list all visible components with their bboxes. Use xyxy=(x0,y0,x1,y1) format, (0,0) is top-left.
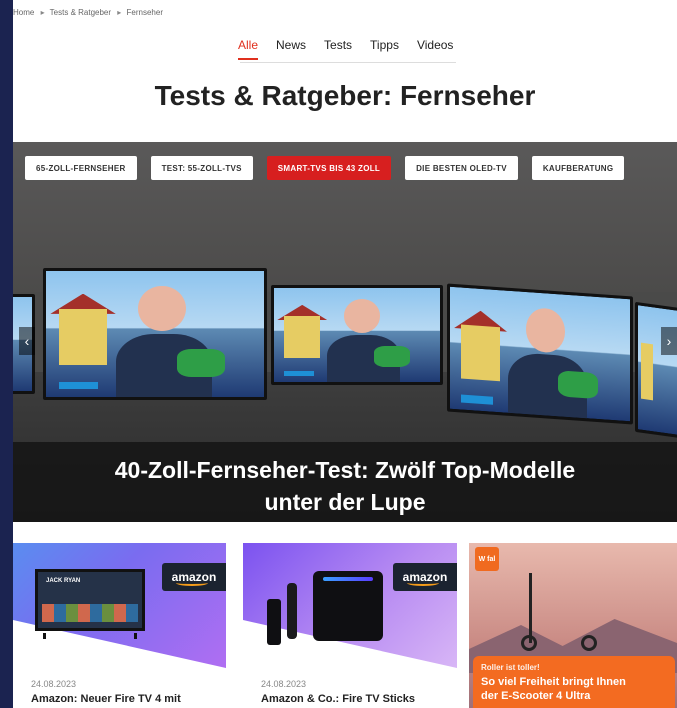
tab-videos[interactable]: Videos xyxy=(417,38,453,60)
ad-headline: So viel Freiheit bringt Ihnen der E-Scoo… xyxy=(481,675,667,703)
tv-image xyxy=(447,283,633,425)
hero-headline: 40-Zoll-Fernseher-Test: Zwölf Top-Modell… xyxy=(13,442,677,518)
ad-headline-line2: der E-Scooter 4 Ultra xyxy=(481,690,591,702)
ad-text-box[interactable]: Roller ist toller! So viel Freiheit brin… xyxy=(473,656,675,708)
tab-tipps[interactable]: Tipps xyxy=(370,38,399,60)
wheel-icon xyxy=(581,635,597,651)
wheel-icon xyxy=(521,635,537,651)
pill-oled[interactable]: DIE BESTEN OLED-TV xyxy=(405,156,518,180)
article-image: JACK RYAN amazon xyxy=(13,543,226,668)
article-date: 24.08.2023 xyxy=(261,679,307,689)
tv-icon: JACK RYAN xyxy=(35,569,145,631)
tv-show-title: JACK RYAN xyxy=(46,578,81,584)
breadcrumb-fernseher[interactable]: Fernseher xyxy=(127,8,163,17)
tabs-divider xyxy=(240,62,456,63)
chevron-right-icon: ▸ xyxy=(40,8,45,17)
ad-kicker: Roller ist toller! xyxy=(481,663,540,672)
tv-image xyxy=(271,285,443,385)
hero-caption[interactable]: 40-Zoll-Fernseher-Test: Zwölf Top-Modell… xyxy=(13,442,677,522)
article-date: 24.08.2023 xyxy=(31,679,77,689)
tv-image xyxy=(635,301,677,441)
amazon-logo: amazon xyxy=(162,563,226,591)
breadcrumb-home[interactable]: Home xyxy=(13,8,34,17)
hero-headline-line1: 40-Zoll-Fernseher-Test: Zwölf Top-Modell… xyxy=(114,457,576,483)
topic-pills: 65-ZOLL-FERNSEHER TEST: 55-ZOLL-TVS SMAR… xyxy=(25,156,625,180)
tv-image xyxy=(43,268,267,400)
prev-arrow-button[interactable]: ‹ xyxy=(19,327,35,355)
scooter-icon xyxy=(529,573,589,643)
ad-card[interactable]: W fal Roller ist toller! So viel Freihei… xyxy=(469,543,677,708)
amazon-logo: amazon xyxy=(393,563,457,591)
pill-smart-tvs[interactable]: SMART-TVS BIS 43 ZOLL xyxy=(266,156,392,180)
article-card[interactable]: amazon 24.08.2023 Amazon & Co.: Fire TV … xyxy=(243,543,457,708)
article-card[interactable]: JACK RYAN amazon 24.08.2023 Amazon: Neue… xyxy=(13,543,226,708)
hero-slider[interactable]: 65-ZOLL-FERNSEHER TEST: 55-ZOLL-TVS SMAR… xyxy=(13,142,677,522)
breadcrumb: Home ▸ Tests & Ratgeber ▸ Fernseher xyxy=(13,8,167,17)
pill-55-zoll[interactable]: TEST: 55-ZOLL-TVS xyxy=(150,156,253,180)
article-image: amazon xyxy=(243,543,457,668)
article-title[interactable]: Amazon: Neuer Fire TV 4 mit xyxy=(31,693,181,705)
article-title[interactable]: Amazon & Co.: Fire TV Sticks xyxy=(261,693,415,705)
hero-headline-line2: unter der Lupe xyxy=(264,489,426,515)
page-title: Tests & Ratgeber: Fernseher xyxy=(154,80,536,111)
pill-65-zoll[interactable]: 65-ZOLL-FERNSEHER xyxy=(25,156,137,180)
tab-tests[interactable]: Tests xyxy=(324,38,352,60)
ad-headline-line1: So viel Freiheit bringt Ihnen xyxy=(481,676,626,688)
page: Home ▸ Tests & Ratgeber ▸ Fernseher Alle… xyxy=(13,0,677,708)
pill-kaufberatung[interactable]: KAUFBERATUNG xyxy=(531,156,625,180)
section-tabs: Alle News Tests Tipps Videos xyxy=(238,38,453,60)
breadcrumb-tests[interactable]: Tests & Ratgeber xyxy=(50,8,111,17)
fire-tv-stick-icon xyxy=(267,599,281,645)
brand-logo: W fal xyxy=(475,547,499,571)
fire-tv-cube-icon xyxy=(313,571,383,641)
tab-news[interactable]: News xyxy=(276,38,306,60)
chevron-right-icon: ▸ xyxy=(117,8,122,17)
next-arrow-button[interactable]: › xyxy=(661,327,677,355)
remote-icon xyxy=(287,583,297,639)
tab-alle[interactable]: Alle xyxy=(238,38,259,60)
